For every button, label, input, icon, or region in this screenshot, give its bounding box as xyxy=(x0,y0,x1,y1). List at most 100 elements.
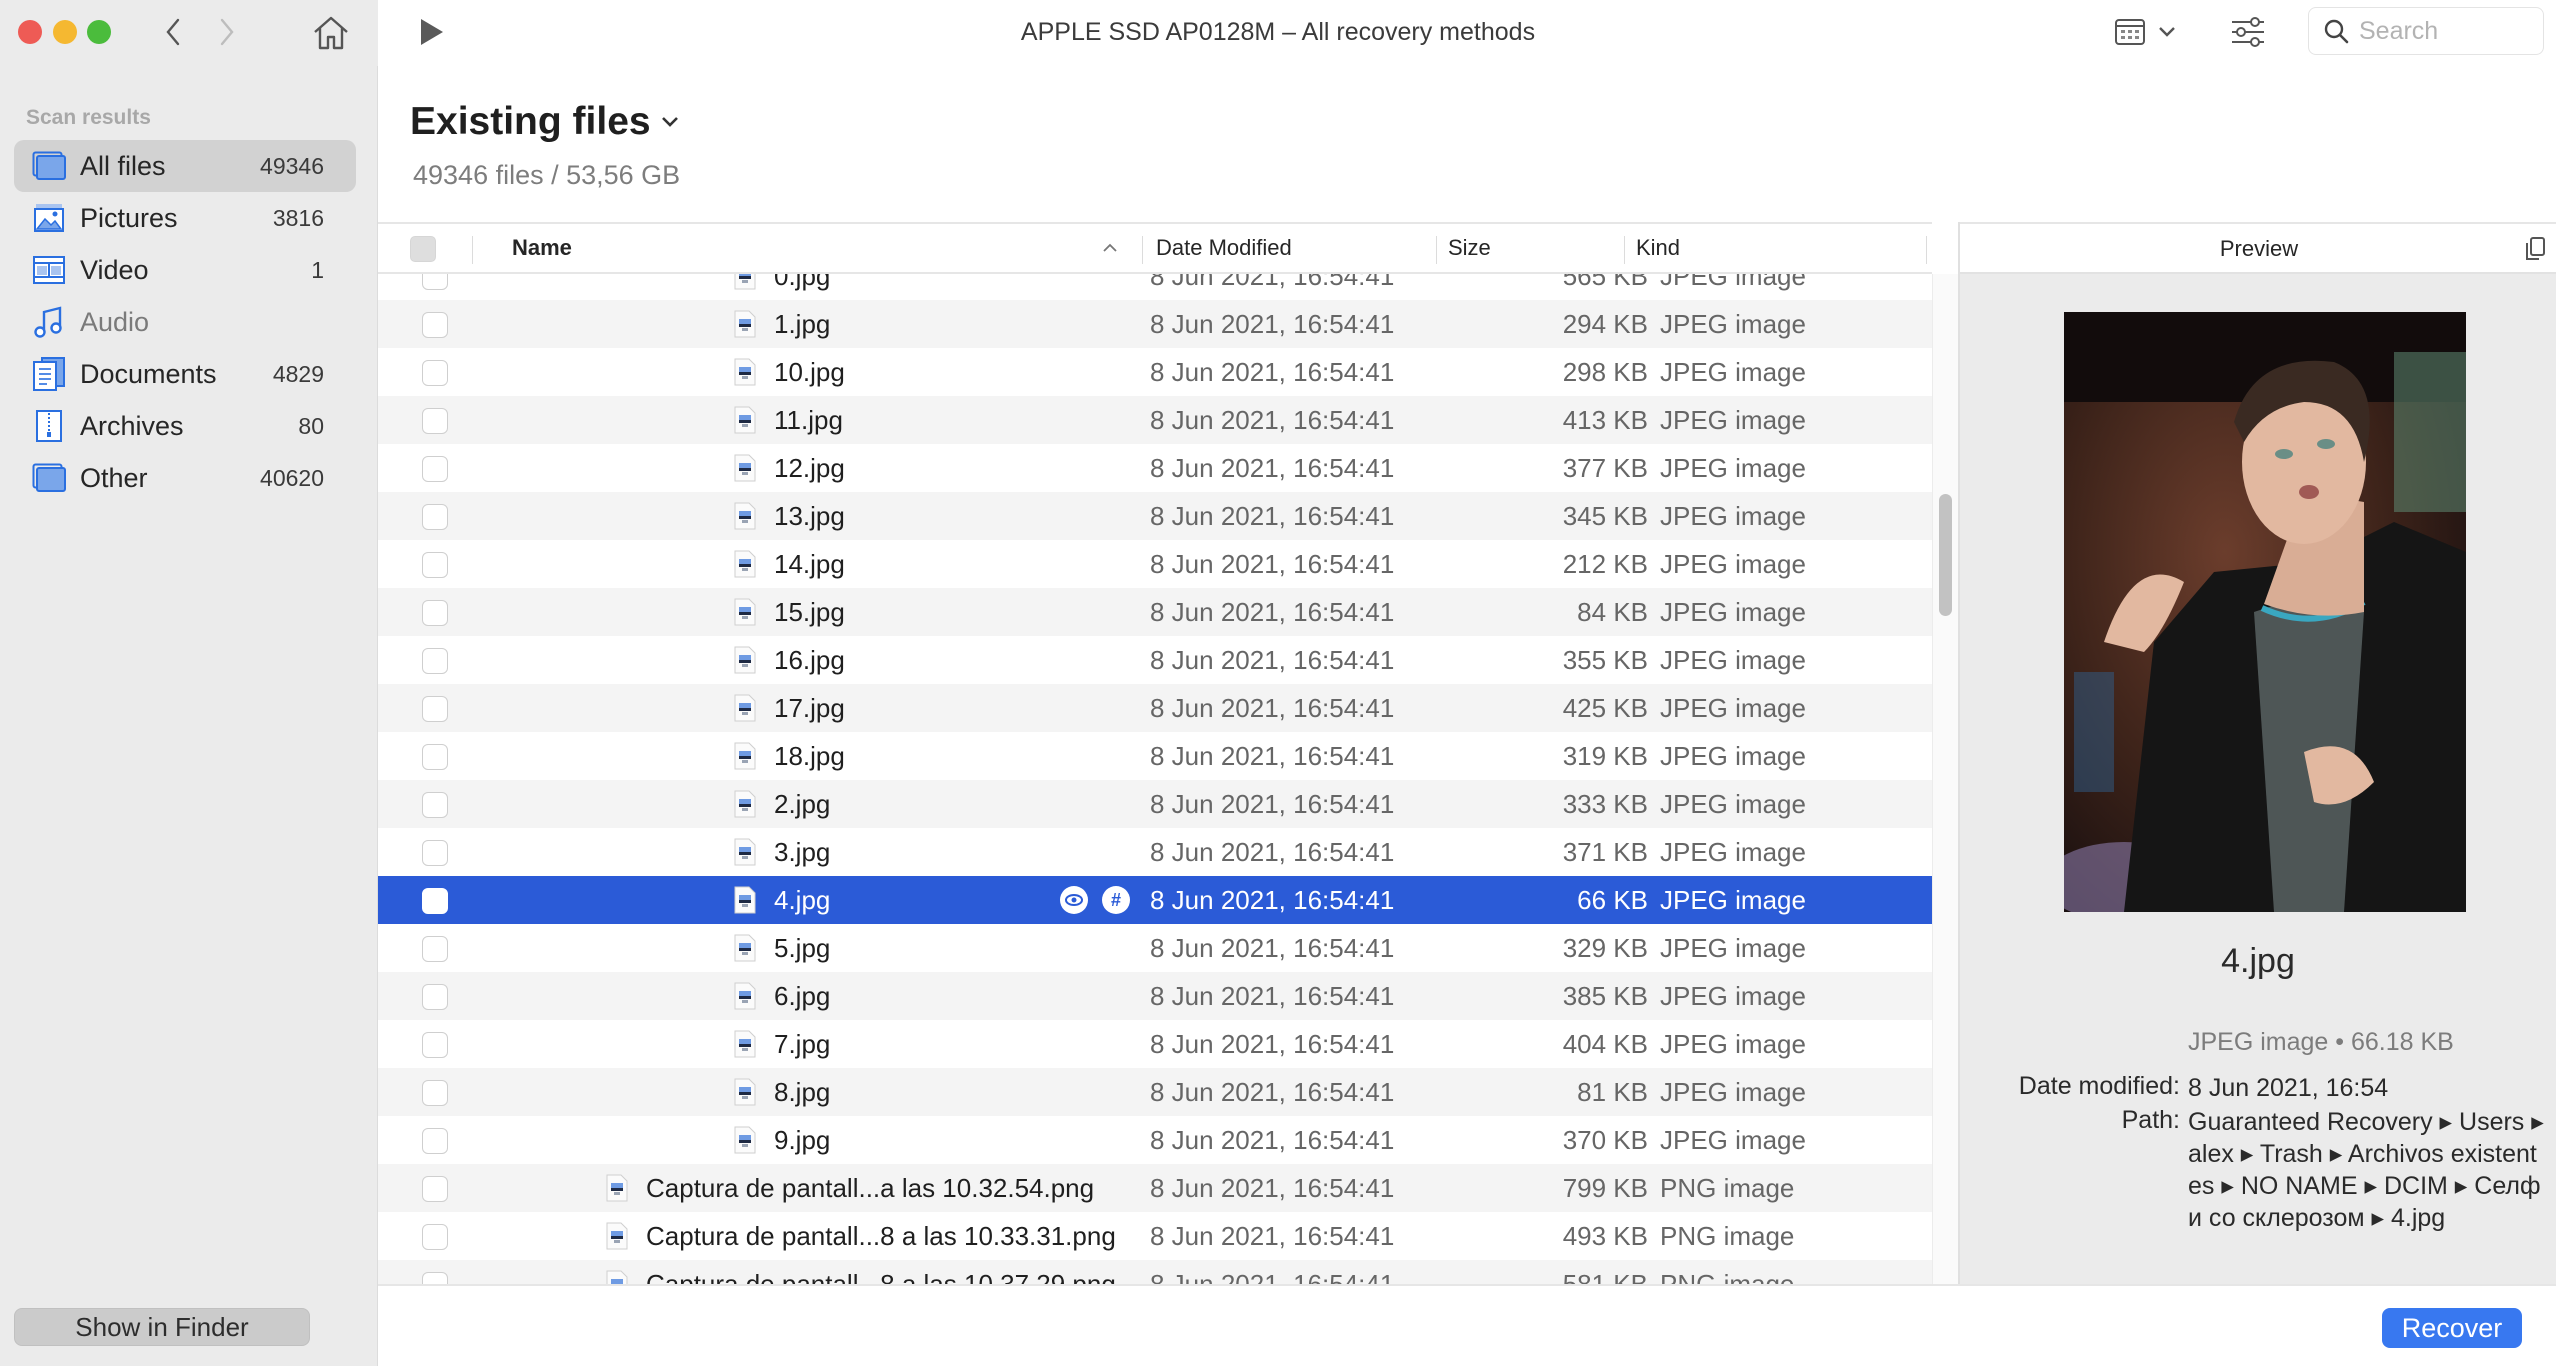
detach-preview-icon[interactable] xyxy=(2522,236,2548,262)
file-size: 413 KB xyxy=(1562,404,1648,435)
image-file-icon xyxy=(734,598,756,626)
scope-dropdown[interactable]: Existing files xyxy=(410,100,679,144)
table-header: Name Date Modified Size Kind xyxy=(378,222,1932,274)
table-row[interactable]: 14.jpg 8 Jun 2021, 16:54:41 212 KB JPEG ima… xyxy=(378,540,1932,588)
table-row[interactable]: 16.jpg 8 Jun 2021, 16:54:41 355 KB JPEG ima… xyxy=(378,636,1932,684)
sidebar-item-count: 3816 xyxy=(272,204,324,231)
row-checkbox[interactable] xyxy=(422,408,448,434)
row-checkbox[interactable] xyxy=(422,1128,448,1154)
table-row[interactable]: 13.jpg 8 Jun 2021, 16:54:41 345 KB JPEG ima… xyxy=(378,492,1932,540)
file-date: 8 Jun 2021, 16:54:41 xyxy=(1150,836,1395,867)
table-row[interactable]: 12.jpg 8 Jun 2021, 16:54:41 377 KB JPEG ima… xyxy=(378,444,1932,492)
sidebar-item-all-files[interactable]: All files 49346 xyxy=(14,140,356,192)
file-date: 8 Jun 2021, 16:54:41 xyxy=(1150,548,1395,579)
scrollbar-thumb[interactable] xyxy=(1939,494,1952,616)
file-name: 3.jpg xyxy=(774,836,831,867)
row-checkbox[interactable] xyxy=(422,504,448,530)
view-options-button[interactable] xyxy=(2114,14,2186,50)
sidebar-item-label: Archives xyxy=(80,410,184,441)
table-row[interactable]: 1.jpg 8 Jun 2021, 16:54:41 294 KB JPEG imag… xyxy=(378,300,1932,348)
file-size: 66 KB xyxy=(1577,884,1648,915)
file-kind: JPEG image xyxy=(1660,836,1806,867)
column-separator xyxy=(1142,236,1143,264)
sidebar-item-other[interactable]: Other 40620 xyxy=(14,452,356,504)
column-header-date[interactable]: Date Modified xyxy=(1156,224,1292,272)
table-row[interactable]: 10.jpg 8 Jun 2021, 16:54:41 298 KB JPEG ima… xyxy=(378,348,1932,396)
row-checkbox[interactable] xyxy=(422,600,448,626)
row-checkbox[interactable] xyxy=(422,792,448,818)
table-row[interactable]: 5.jpg 8 Jun 2021, 16:54:41 329 KB JPEG imag… xyxy=(378,924,1932,972)
file-kind: JPEG image xyxy=(1660,1124,1806,1155)
search-field[interactable] xyxy=(2308,7,2544,55)
table-row[interactable]: 2.jpg 8 Jun 2021, 16:54:41 333 KB JPEG imag… xyxy=(378,780,1932,828)
table-row[interactable]: 18.jpg 8 Jun 2021, 16:54:41 319 KB JPEG ima… xyxy=(378,732,1932,780)
row-checkbox[interactable] xyxy=(422,648,448,674)
sort-ascending-icon[interactable] xyxy=(1102,224,1118,272)
row-checkbox[interactable] xyxy=(422,984,448,1010)
column-header-kind[interactable]: Kind xyxy=(1636,224,1680,272)
table-row[interactable]: 7.jpg 8 Jun 2021, 16:54:41 404 KB JPEG imag… xyxy=(378,1020,1932,1068)
row-checkbox[interactable] xyxy=(422,456,448,482)
table-row[interactable]: Captura de pantall...8 a las 10.37.29.pn… xyxy=(378,1260,1932,1284)
sidebar-item-documents[interactable]: Documents 4829 xyxy=(14,348,356,400)
sidebar-item-archives[interactable]: Archives 80 xyxy=(14,400,356,452)
file-kind: PNG image xyxy=(1660,1172,1795,1203)
row-checkbox[interactable] xyxy=(422,1176,448,1202)
select-all-checkbox[interactable] xyxy=(410,236,436,262)
column-header-name[interactable]: Name xyxy=(512,224,572,272)
eye-icon[interactable] xyxy=(1060,886,1088,914)
table-row[interactable]: 0.jpg 8 Jun 2021, 16:54:41 565 KB JPEG imag… xyxy=(378,274,1932,300)
show-in-finder-button[interactable]: Show in Finder xyxy=(14,1308,310,1346)
recover-button[interactable]: Recover xyxy=(2382,1308,2522,1348)
sidebar-item-video[interactable]: Video 1 xyxy=(14,244,356,296)
hash-icon[interactable]: # xyxy=(1102,886,1130,914)
row-checkbox[interactable] xyxy=(422,1032,448,1058)
sidebar-item-count: 4829 xyxy=(272,360,324,387)
other-icon xyxy=(32,462,66,494)
file-size: 298 KB xyxy=(1562,356,1648,387)
table-row[interactable]: 6.jpg 8 Jun 2021, 16:54:41 385 KB JPEG imag… xyxy=(378,972,1932,1020)
row-checkbox[interactable] xyxy=(422,1080,448,1106)
row-checkbox[interactable] xyxy=(422,936,448,962)
filter-button[interactable] xyxy=(2228,14,2268,50)
table-row[interactable]: Captura de pantall...8 a las 10.33.31.pn… xyxy=(378,1212,1932,1260)
sidebar-item-audio[interactable]: Audio xyxy=(14,296,356,348)
row-checkbox[interactable] xyxy=(422,360,448,386)
file-size: 493 KB xyxy=(1562,1220,1648,1251)
sidebar-item-pictures[interactable]: Pictures 3816 xyxy=(14,192,356,244)
table-row[interactable]: 11.jpg 8 Jun 2021, 16:54:41 413 KB JPEG ima… xyxy=(378,396,1932,444)
table-row[interactable]: Captura de pantall...a las 10.32.54.png 8… xyxy=(378,1164,1932,1212)
file-size: 212 KB xyxy=(1562,548,1648,579)
sidebar-list: All files 49346 Pictures 3816 Video 1 Au… xyxy=(14,140,356,504)
file-date: 8 Jun 2021, 16:54:41 xyxy=(1150,1124,1395,1155)
vertical-scrollbar[interactable] xyxy=(1932,274,1958,1284)
table-row[interactable]: 8.jpg 8 Jun 2021, 16:54:41 81 KB JPEG image xyxy=(378,1068,1932,1116)
row-checkbox[interactable] xyxy=(422,888,448,914)
row-checkbox[interactable] xyxy=(422,312,448,338)
column-separator xyxy=(472,236,473,264)
row-checkbox[interactable] xyxy=(422,1224,448,1250)
file-size: 371 KB xyxy=(1562,836,1648,867)
row-checkbox[interactable] xyxy=(422,696,448,722)
row-checkbox[interactable] xyxy=(422,744,448,770)
image-file-icon xyxy=(734,934,756,962)
table-row[interactable]: 3.jpg 8 Jun 2021, 16:54:41 371 KB JPEG imag… xyxy=(378,828,1932,876)
row-checkbox[interactable] xyxy=(422,552,448,578)
video-icon xyxy=(32,254,66,286)
sidebar-item-label: Pictures xyxy=(80,202,178,233)
table-row[interactable]: 15.jpg 8 Jun 2021, 16:54:41 84 KB JPEG imag… xyxy=(378,588,1932,636)
row-checkbox[interactable] xyxy=(422,274,448,290)
image-file-icon xyxy=(734,550,756,578)
image-file-icon xyxy=(606,1270,628,1284)
file-kind: JPEG image xyxy=(1660,1076,1806,1107)
row-checkbox[interactable] xyxy=(422,840,448,866)
search-input[interactable] xyxy=(2359,16,2519,46)
image-file-icon xyxy=(734,886,756,914)
row-checkbox[interactable] xyxy=(422,1272,448,1284)
table-row[interactable]: 17.jpg 8 Jun 2021, 16:54:41 425 KB JPEG ima… xyxy=(378,684,1932,732)
file-name: 17.jpg xyxy=(774,692,845,723)
file-name: 1.jpg xyxy=(774,308,831,339)
table-row-selected[interactable]: 4.jpg #8 Jun 2021, 16:54:41 66 KB JPEG imag… xyxy=(378,876,1932,924)
table-row[interactable]: 9.jpg 8 Jun 2021, 16:54:41 370 KB JPEG imag… xyxy=(378,1116,1932,1164)
column-header-size[interactable]: Size xyxy=(1448,224,1491,272)
